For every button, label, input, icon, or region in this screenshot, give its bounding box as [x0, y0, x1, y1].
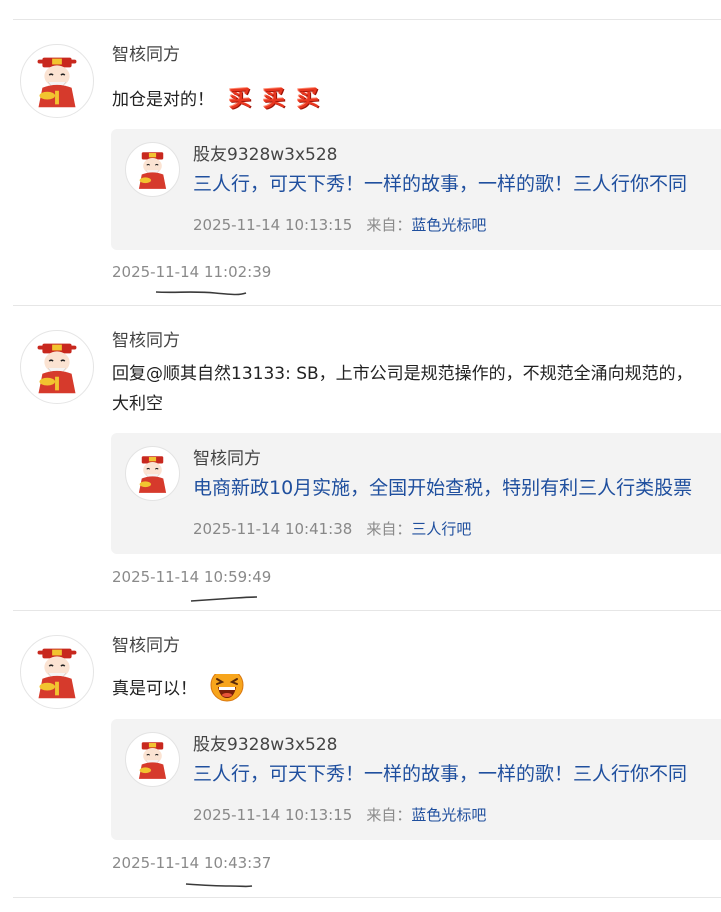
post-divider [13, 610, 721, 611]
comment-line: 加仓是对的！ 买买买 [112, 84, 721, 116]
quote-time: 2025-11-14 10:13:15 [193, 806, 353, 824]
caishen-avatar-icon [21, 331, 93, 403]
quoted-post[interactable]: 股友9328w3x528 三人行，可天下秀！一样的故事，一样的歌！三人行你不同 … [111, 719, 721, 840]
comment-content: 加仓是对的！ 买买买 [112, 84, 721, 116]
from-label: 来自： [366, 520, 412, 538]
from-label: 来自： [366, 806, 412, 824]
forum-link[interactable]: 三人行吧 [411, 520, 471, 538]
post-divider [13, 897, 721, 898]
post-timestamp: 2025-11-14 10:43:37 [112, 854, 272, 872]
comment-line: 回复@顺其自然13133: SB，上市公司是规范操作的，不规范全涌向规范的， [112, 364, 693, 384]
comment-author[interactable]: 智核同方 [112, 326, 180, 351]
quote-meta: 2025-11-14 10:13:15 来自：蓝色光标吧 [193, 214, 486, 235]
post-divider [13, 305, 721, 306]
quote-meta: 2025-11-14 10:41:38 来自：三人行吧 [193, 518, 471, 539]
avatar[interactable] [20, 44, 94, 118]
from-label: 来自： [366, 216, 412, 234]
caishen-avatar-icon [21, 45, 93, 117]
comment-line: 大利空 [112, 394, 163, 414]
quoted-post[interactable]: 股友9328w3x528 三人行，可天下秀！一样的故事，一样的歌！三人行你不同 … [111, 129, 721, 250]
avatar[interactable] [20, 330, 94, 404]
caishen-avatar-icon [126, 143, 179, 196]
comment-author[interactable]: 智核同方 [112, 40, 180, 65]
quote-text[interactable]: 三人行，可天下秀！一样的故事，一样的歌！三人行你不同 [193, 759, 687, 786]
quoted-post[interactable]: 智核同方 电商新政10月实施，全国开始查税，特别有利三人行类股票 2025-11… [111, 433, 721, 554]
buy-buy-buy-sticker: 买买买 [228, 85, 321, 113]
laughing-emoji-icon [210, 674, 244, 702]
avatar[interactable] [20, 635, 94, 709]
scribble-mark [185, 883, 253, 888]
quote-author[interactable]: 智核同方 [193, 444, 261, 469]
caishen-avatar-icon [21, 636, 93, 708]
quote-avatar[interactable] [125, 446, 180, 501]
comment-content: 真是可以！ [112, 674, 721, 704]
post-timestamp: 2025-11-14 10:59:49 [112, 568, 272, 586]
top-divider [13, 19, 721, 20]
quote-time: 2025-11-14 10:41:38 [193, 520, 353, 538]
quote-text[interactable]: 三人行，可天下秀！一样的故事，一样的歌！三人行你不同 [193, 169, 687, 196]
quote-text[interactable]: 电商新政10月实施，全国开始查税，特别有利三人行类股票 [193, 473, 692, 500]
forum-link[interactable]: 蓝色光标吧 [411, 216, 486, 234]
quote-avatar[interactable] [125, 142, 180, 197]
quote-author[interactable]: 股友9328w3x528 [193, 140, 338, 165]
quote-time: 2025-11-14 10:13:15 [193, 216, 353, 234]
comment-author[interactable]: 智核同方 [112, 631, 180, 656]
quote-meta: 2025-11-14 10:13:15 来自：蓝色光标吧 [193, 804, 486, 825]
quote-avatar[interactable] [125, 732, 180, 787]
scribble-mark [190, 596, 258, 602]
quote-author[interactable]: 股友9328w3x528 [193, 730, 338, 755]
post-timestamp: 2025-11-14 11:02:39 [112, 263, 272, 281]
scribble-mark [155, 291, 247, 296]
forum-link[interactable]: 蓝色光标吧 [411, 806, 486, 824]
comment-line: 真是可以！ [112, 674, 721, 704]
comment-content: 回复@顺其自然13133: SB，上市公司是规范操作的，不规范全涌向规范的， 大… [112, 359, 721, 419]
caishen-avatar-icon [126, 447, 179, 500]
caishen-avatar-icon [126, 733, 179, 786]
